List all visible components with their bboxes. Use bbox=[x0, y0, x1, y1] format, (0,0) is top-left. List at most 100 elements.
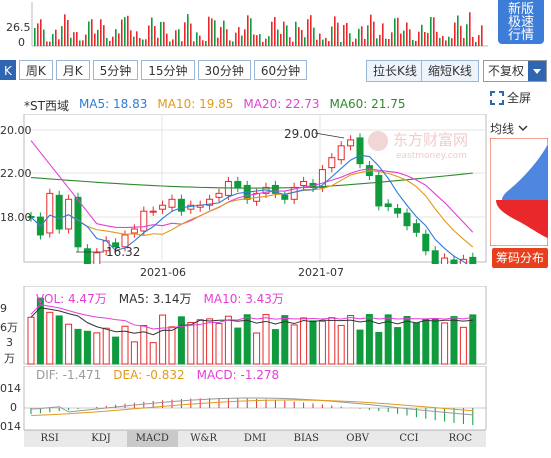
avg-line-label: 均线 bbox=[490, 122, 515, 136]
top-volume-bar bbox=[292, 41, 294, 46]
top-volume-bar bbox=[406, 22, 408, 46]
top-volume-bar bbox=[379, 34, 381, 46]
ma60-value: MA60: 21.75 bbox=[329, 97, 406, 111]
tab-kdj[interactable]: KDJ bbox=[75, 431, 126, 447]
top-volume-bar bbox=[295, 21, 297, 46]
volume-bar bbox=[309, 320, 317, 365]
tab-macd[interactable]: MACD bbox=[126, 431, 178, 447]
top-volume-bar bbox=[85, 34, 87, 46]
adjust-select[interactable]: 不复权 bbox=[483, 60, 547, 82]
top-volume-bar bbox=[91, 19, 93, 46]
top-volume-bar bbox=[316, 39, 318, 46]
kline-chart[interactable]: 东方财富网 eastmoney.com 29.00 16.32 bbox=[0, 114, 490, 264]
candle-body bbox=[347, 139, 355, 147]
vol-axis-2: 6万 bbox=[0, 321, 18, 334]
top-volume-bar bbox=[334, 16, 336, 46]
adjust-select-value: 不复权 bbox=[488, 64, 525, 78]
top-volume-bar bbox=[322, 39, 324, 46]
top-volume-bar bbox=[232, 41, 234, 46]
top-volume-bar bbox=[40, 19, 42, 46]
fullscreen-button[interactable]: 全屏 bbox=[490, 89, 531, 106]
top-volume-bar bbox=[133, 36, 135, 46]
tab-roc[interactable]: ROC bbox=[435, 431, 486, 447]
top-volume-bar bbox=[442, 35, 444, 46]
top-volume-bar bbox=[169, 41, 171, 46]
top-volume-bar bbox=[82, 40, 84, 46]
candle-body bbox=[431, 250, 439, 264]
price-label-2: 22.00 bbox=[0, 167, 32, 180]
top-volume-bar bbox=[211, 18, 213, 46]
volume-legend: VOL: 4.47万 MA5: 3.14万 MA10: 3.43万 bbox=[36, 290, 296, 307]
top-volume-bar bbox=[400, 33, 402, 46]
top-volume-bar bbox=[394, 18, 396, 46]
volume-bar bbox=[253, 332, 261, 365]
top-volume-bar bbox=[430, 17, 432, 46]
ma20-value: MA20: 22.73 bbox=[243, 97, 320, 111]
top-volume-strip bbox=[31, 2, 488, 47]
top-volume-bar bbox=[259, 33, 261, 46]
top-volume-bar bbox=[286, 25, 288, 46]
top-volume-bar bbox=[460, 25, 462, 46]
top-volume-bar bbox=[46, 41, 48, 46]
tab-cci[interactable]: CCI bbox=[383, 431, 434, 447]
top-volume-bar bbox=[166, 33, 168, 46]
volume-bar bbox=[347, 314, 355, 365]
top-volume-bar bbox=[109, 40, 111, 46]
chip-distribution-button[interactable]: 筹码分布 bbox=[492, 248, 548, 268]
tab-monthly-k[interactable]: 月K bbox=[55, 60, 90, 80]
tab-60min[interactable]: 60分钟 bbox=[253, 60, 308, 80]
vol-axis-4: 万 bbox=[4, 352, 15, 365]
date-label-1: 2021-06 bbox=[140, 266, 186, 279]
tab-rsi[interactable]: RSI bbox=[24, 431, 75, 447]
top-volume-bar bbox=[238, 27, 240, 46]
top-volume-bar bbox=[253, 34, 255, 46]
top-volume-bar bbox=[49, 41, 51, 46]
tab-obv[interactable]: OBV bbox=[332, 431, 383, 447]
new-quote-line-2: 极速 bbox=[507, 14, 534, 30]
top-volume-bar bbox=[94, 33, 96, 46]
tab-bias[interactable]: BIAS bbox=[281, 431, 332, 447]
top-volume-bar bbox=[226, 29, 228, 46]
tab-wr[interactable]: W&R bbox=[178, 431, 229, 447]
top-volume-bar bbox=[70, 37, 72, 46]
top-volume-bar bbox=[79, 40, 81, 46]
avg-line-selector[interactable]: 均线 bbox=[490, 120, 528, 137]
top-volume-bar bbox=[268, 36, 270, 46]
top-volume-bar bbox=[229, 40, 231, 46]
dea-value: DEA: -0.832 bbox=[113, 368, 185, 382]
zoom-out-kline-button[interactable]: 缩短K线 bbox=[421, 60, 479, 82]
tab-5min[interactable]: 5分钟 bbox=[92, 60, 139, 80]
zoom-in-kline-button[interactable]: 拉长K线 bbox=[366, 60, 424, 82]
volume-bar bbox=[159, 314, 167, 365]
candle-body bbox=[159, 204, 167, 210]
candle-body bbox=[469, 256, 477, 264]
candle-body bbox=[234, 180, 242, 188]
candle-body bbox=[403, 212, 411, 227]
tab-15min[interactable]: 15分钟 bbox=[141, 60, 195, 80]
price-label-3: 18.00 bbox=[0, 211, 32, 224]
top-volume-bar bbox=[433, 17, 435, 46]
new-quote-button[interactable]: 新版 极速 行情 bbox=[498, 0, 544, 44]
svg-text:eastmoney.com: eastmoney.com bbox=[396, 151, 467, 161]
top-volume-bar bbox=[427, 32, 429, 46]
volume-bar bbox=[224, 315, 232, 365]
candle-body bbox=[130, 228, 138, 234]
tab-weekly-k[interactable]: 周K bbox=[18, 60, 53, 80]
top-volume-bar bbox=[202, 40, 204, 46]
top-volume-bar bbox=[67, 19, 69, 46]
candle-body bbox=[337, 145, 345, 161]
top-volume-bar bbox=[214, 20, 216, 46]
top-volume-bar bbox=[118, 33, 120, 46]
top-volume-bar bbox=[301, 30, 303, 46]
vol-ma10-value: MA10: 3.43万 bbox=[203, 292, 284, 306]
volume-bar bbox=[375, 331, 383, 365]
volume-bar bbox=[441, 322, 449, 365]
top-volume-bar bbox=[73, 32, 75, 46]
top-volume-bar bbox=[220, 26, 222, 46]
top-volume-bar bbox=[454, 22, 456, 46]
tab-dmi[interactable]: DMI bbox=[229, 431, 280, 447]
tab-daily-k[interactable]: K bbox=[0, 60, 16, 80]
tab-30min[interactable]: 30分钟 bbox=[197, 60, 251, 80]
vol-value: VOL: 4.47万 bbox=[36, 292, 107, 306]
top-volume-bar bbox=[64, 14, 66, 46]
